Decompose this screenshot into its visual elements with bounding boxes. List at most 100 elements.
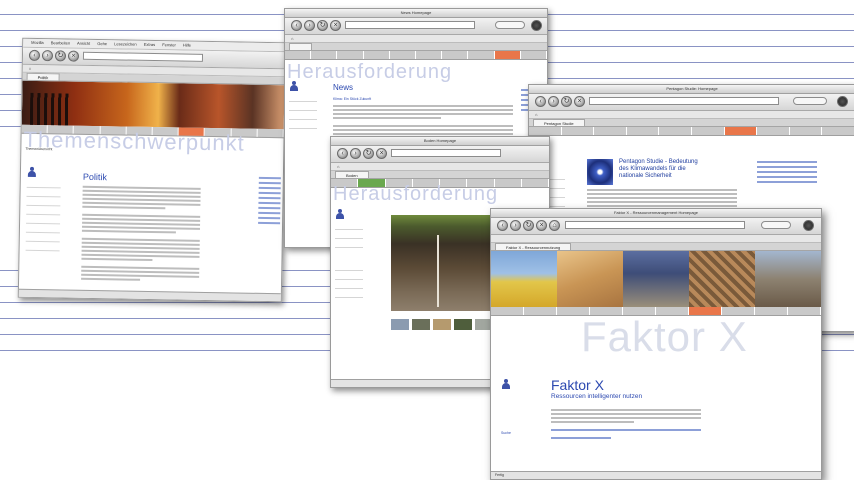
nav-item[interactable] <box>757 127 790 135</box>
menu-item[interactable]: Fenster <box>162 42 176 47</box>
stop-icon[interactable]: × <box>330 20 341 31</box>
stop-icon[interactable]: × <box>67 50 80 62</box>
bookmarks-bar: ⌂ <box>331 163 549 171</box>
forward-icon[interactable]: › <box>41 50 54 62</box>
nav-item[interactable] <box>529 127 562 135</box>
home-icon[interactable]: ⌂ <box>29 66 32 71</box>
nav-item-active[interactable] <box>494 51 521 59</box>
menu-item[interactable]: Gehe <box>97 41 107 46</box>
nav-item[interactable] <box>364 51 390 59</box>
reload-icon[interactable]: ↻ <box>363 148 374 159</box>
sidebar <box>335 209 363 298</box>
thumbnail[interactable] <box>391 319 409 330</box>
nav-item[interactable] <box>491 307 524 315</box>
article-body <box>551 409 701 441</box>
reload-icon[interactable]: ↻ <box>54 50 67 62</box>
nav-item[interactable] <box>659 127 692 135</box>
search-button[interactable] <box>495 21 525 29</box>
nav-item[interactable] <box>822 127 854 135</box>
home-icon[interactable]: ⌂ <box>549 220 560 231</box>
menu-item[interactable]: Hilfe <box>183 43 191 48</box>
nav-item[interactable] <box>521 51 547 59</box>
back-icon[interactable]: ‹ <box>337 148 348 159</box>
thumbnail[interactable] <box>412 319 430 330</box>
sidebar-item[interactable] <box>335 280 363 289</box>
url-field[interactable] <box>391 149 501 157</box>
back-icon[interactable]: ‹ <box>28 49 41 62</box>
search-button[interactable] <box>761 221 791 229</box>
nav-item[interactable] <box>594 127 627 135</box>
menu-item[interactable]: Extras <box>144 42 155 47</box>
nav-item[interactable] <box>285 51 312 59</box>
tab-news[interactable] <box>289 43 313 50</box>
nav-item[interactable] <box>562 127 595 135</box>
sidebar-item[interactable] <box>335 230 363 239</box>
stop-icon[interactable]: × <box>376 148 387 159</box>
sidebar-item[interactable] <box>335 239 363 248</box>
nav-item[interactable] <box>416 51 443 59</box>
url-field[interactable] <box>589 97 779 105</box>
banner-photo-pipes <box>689 251 755 307</box>
search-button[interactable] <box>793 97 827 105</box>
sidebar-item[interactable] <box>335 221 363 230</box>
sidebar-item[interactable] <box>335 271 363 280</box>
nav-item[interactable] <box>495 179 522 187</box>
home-icon[interactable]: ⌂ <box>337 164 339 169</box>
sidebar-item[interactable] <box>289 102 317 111</box>
reload-icon[interactable]: ↻ <box>317 20 328 31</box>
forward-icon[interactable]: › <box>510 220 521 231</box>
stop-icon[interactable]: × <box>536 220 547 231</box>
nav-item[interactable] <box>390 51 417 59</box>
browser-window-faktor-x[interactable]: Faktor X - Ressourcenmanagement Homepage… <box>490 208 822 480</box>
thumbnail[interactable] <box>454 319 472 330</box>
bookmarks-bar: ⌂ <box>529 111 854 119</box>
home-icon[interactable]: ⌂ <box>291 36 293 41</box>
nav-item[interactable] <box>524 307 557 315</box>
url-field[interactable] <box>345 21 475 29</box>
nav-item[interactable] <box>522 179 549 187</box>
nav-item[interactable] <box>788 307 821 315</box>
stop-icon[interactable]: × <box>574 96 585 107</box>
nav-item-active[interactable] <box>724 127 758 135</box>
thumbnail[interactable] <box>433 319 451 330</box>
breadcrumb[interactable]: Themenübersicht <box>25 147 52 151</box>
back-icon[interactable]: ‹ <box>497 220 508 231</box>
sidebar-item[interactable] <box>289 120 317 129</box>
bookmark-item[interactable] <box>497 236 498 241</box>
forward-icon[interactable]: › <box>548 96 559 107</box>
nav-item[interactable] <box>257 128 284 138</box>
nav-item[interactable] <box>692 127 725 135</box>
menu-item[interactable]: Ansicht <box>77 41 90 46</box>
sidebar-item[interactable] <box>289 111 317 120</box>
reload-icon[interactable]: ↻ <box>561 96 572 107</box>
sidebar-item[interactable] <box>289 93 317 102</box>
nav-item[interactable] <box>442 51 469 59</box>
search-link[interactable]: Suche <box>501 431 541 435</box>
tab-boden[interactable]: Boden <box>335 171 369 178</box>
browser-window-politik[interactable]: Mozilla Bearbeiten Ansicht Gehe Lesezeic… <box>17 37 287 303</box>
nav-item[interactable] <box>468 51 495 59</box>
nav-toolbar: ‹ › ↻ × <box>285 18 547 35</box>
menu-item[interactable]: Bearbeiten <box>51 40 70 45</box>
url-field[interactable] <box>565 221 745 229</box>
reload-icon[interactable]: ↻ <box>523 220 534 231</box>
forward-icon[interactable]: › <box>304 20 315 31</box>
url-field[interactable] <box>82 51 204 62</box>
sidebar-item[interactable] <box>335 262 363 271</box>
back-icon[interactable]: ‹ <box>535 96 546 107</box>
back-icon[interactable]: ‹ <box>291 20 302 31</box>
tab-pentagon[interactable]: Pentagon Studie <box>533 119 585 126</box>
nav-item[interactable] <box>790 127 823 135</box>
forward-icon[interactable]: › <box>350 148 361 159</box>
sidebar-item[interactable] <box>25 241 60 252</box>
nav-item[interactable] <box>755 307 788 315</box>
home-icon[interactable]: ⌂ <box>535 112 537 117</box>
menu-item[interactable]: Lesezeichen <box>114 41 137 46</box>
nav-item[interactable] <box>337 51 364 59</box>
menu-item[interactable]: Mozilla <box>31 40 44 45</box>
nav-item[interactable] <box>627 127 660 135</box>
tab-faktor-x[interactable]: Faktor X - Ressourcennutzung <box>495 243 572 250</box>
news-subhead[interactable]: Klima: Ein Stück Zukunft <box>333 97 371 101</box>
nav-item[interactable] <box>311 51 338 59</box>
sidebar-item[interactable] <box>335 289 363 298</box>
